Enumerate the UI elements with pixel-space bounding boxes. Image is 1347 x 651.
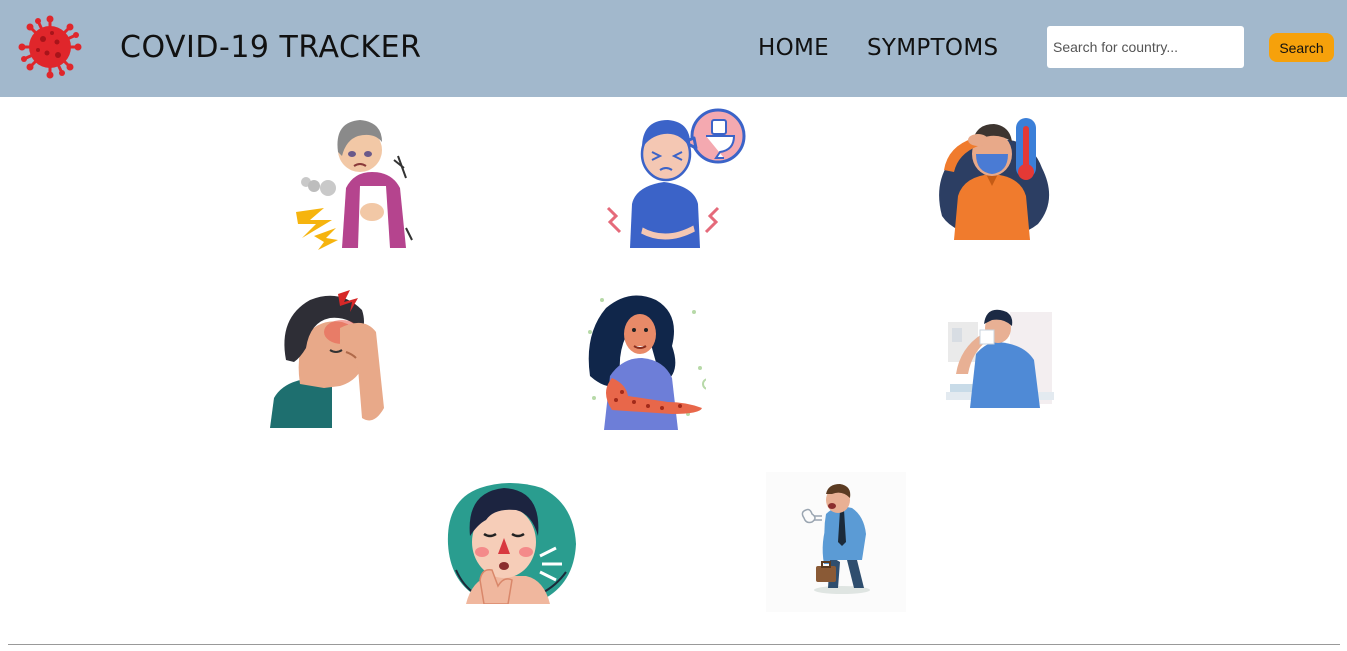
shortness-of-breath-illustration — [296, 120, 413, 250]
nav-symptoms-link[interactable]: SYMPTOMS — [867, 33, 998, 63]
search-button[interactable]: Search — [1269, 33, 1334, 62]
navbar: COVID-19 TRACKER HOME SYMPTOMS Search — [0, 0, 1347, 97]
fever-illustration — [939, 118, 1050, 240]
symptom-diarrhea-card[interactable] — [604, 108, 746, 248]
site-title: COVID-19 TRACKER — [120, 30, 422, 65]
sore-throat-illustration — [447, 483, 576, 604]
runny-nose-illustration — [946, 309, 1054, 408]
symptom-skin-rash-card[interactable] — [582, 288, 706, 430]
skin-rash-illustration — [588, 295, 706, 430]
symptom-sore-throat-card[interactable] — [446, 480, 578, 604]
symptom-headache-card[interactable] — [270, 288, 388, 428]
symptom-breathing-card[interactable] — [294, 116, 416, 250]
diarrhea-illustration — [606, 108, 746, 248]
fatigue-illustration — [766, 472, 906, 612]
coronavirus-icon[interactable] — [18, 15, 82, 79]
headache-illustration — [270, 290, 384, 428]
footer-divider — [8, 644, 1340, 645]
symptom-fatigue-card[interactable] — [766, 472, 906, 612]
nav-home-link[interactable]: HOME — [758, 33, 829, 63]
symptom-runny-nose-card[interactable] — [946, 308, 1054, 408]
country-search-input[interactable] — [1047, 26, 1244, 68]
symptom-fever-card[interactable] — [934, 116, 1056, 240]
